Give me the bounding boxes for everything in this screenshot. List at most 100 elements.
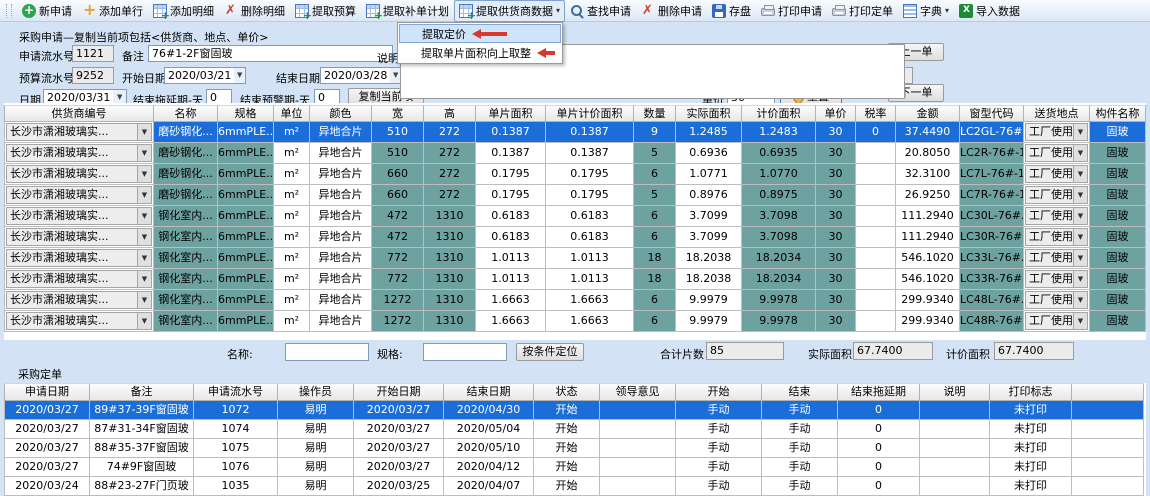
table-cell: 0.6183	[476, 206, 546, 227]
request-no-field[interactable]: 1121	[72, 45, 114, 62]
detail-row[interactable]: 长沙市潇湘玻璃实...▼钢化室内...6mmPLE...m²异地合片772131…	[4, 248, 1146, 269]
column-header: 单片计价面积	[546, 105, 634, 122]
menu-item-1[interactable]: 提取单片面积向上取整	[399, 43, 561, 62]
delivery-combobox[interactable]: 工厂使用▼	[1024, 227, 1090, 248]
toolbar-button-add-row[interactable]: 添加单行	[77, 1, 148, 21]
locate-by-condition-button[interactable]: 按条件定位	[516, 343, 584, 361]
order-row[interactable]: 2020/03/2488#23-27F门页玻1035易明2020/03/2520…	[4, 477, 1144, 496]
order-row[interactable]: 2020/03/2774#9F窗固玻1076易明2020/03/272020/0…	[4, 458, 1144, 477]
supplier-combobox[interactable]: 长沙市潇湘玻璃实...▼	[4, 311, 154, 332]
table-cell: 6mmPLE...	[218, 311, 274, 332]
budget-no-label: 预算流水号	[19, 70, 74, 86]
toolbar-button-extract-plan[interactable]: 提取补单计划	[361, 1, 454, 21]
toolbar-button-label: 提取预算	[312, 3, 356, 19]
order-row[interactable]: 2020/03/2787#31-34F窗固玻1074易明2020/03/2720…	[4, 420, 1144, 439]
detail-row[interactable]: 长沙市潇湘玻璃实...▼钢化室内...6mmPLE...m²异地合片127213…	[4, 311, 1146, 332]
column-header: 操作员	[278, 383, 354, 401]
delivery-combobox[interactable]: 工厂使用▼	[1024, 269, 1090, 290]
toolbar-button-extract-budget[interactable]: 提取预算	[290, 1, 361, 21]
toolbar-button-label: 添加单行	[99, 3, 143, 19]
table-cell: 2020/03/27	[4, 458, 90, 477]
table-cell: 易明	[278, 458, 354, 477]
name-filter-input[interactable]	[285, 343, 369, 361]
table-cell: 固玻	[1090, 206, 1146, 227]
delivery-combobox[interactable]: 工厂使用▼	[1024, 164, 1090, 185]
table-cell: 易明	[278, 439, 354, 458]
order-row[interactable]: 2020/03/2789#37-39F窗固玻1072易明2020/03/2720…	[4, 401, 1144, 420]
table-cell: 1310	[424, 311, 476, 332]
table-cell	[856, 143, 896, 164]
start-date-select[interactable]: 2020/03/21▼	[164, 67, 246, 84]
toolbar-button-print-order[interactable]: 打印定单	[827, 1, 898, 21]
table-cell: 异地合片	[310, 122, 372, 143]
table-cell: LC30R-76#...	[960, 227, 1024, 248]
table-cell: 9.9978	[742, 290, 816, 311]
extract-plan-icon	[366, 4, 380, 18]
supplier-combobox[interactable]: 长沙市潇湘玻璃实...▼	[4, 164, 154, 185]
supplier-combobox[interactable]: 长沙市潇湘玻璃实...▼	[4, 185, 154, 206]
budget-no-field[interactable]: 9252	[72, 67, 114, 84]
delivery-combobox[interactable]: 工厂使用▼	[1024, 248, 1090, 269]
remark-field[interactable]: 76#1-2F窗固玻	[148, 45, 393, 62]
table-cell: 异地合片	[310, 185, 372, 206]
column-header: 窗型代码	[960, 105, 1024, 122]
toolbar-button-delete-request[interactable]: 删除申请	[636, 1, 707, 21]
delivery-combobox[interactable]: 工厂使用▼	[1024, 206, 1090, 227]
table-cell	[856, 290, 896, 311]
column-header: 金额	[896, 105, 960, 122]
supplier-combobox[interactable]: 长沙市潇湘玻璃实...▼	[4, 248, 154, 269]
supplier-combobox[interactable]: 长沙市潇湘玻璃实...▼	[4, 227, 154, 248]
supplier-combobox[interactable]: 长沙市潇湘玻璃实...▼	[4, 206, 154, 227]
table-cell	[600, 420, 676, 439]
detail-row[interactable]: 长沙市潇湘玻璃实...▼钢化室内...6mmPLE...m²异地合片127213…	[4, 290, 1146, 311]
table-cell: LC33R-76#...	[960, 269, 1024, 290]
detail-row[interactable]: 长沙市潇湘玻璃实...▼钢化室内...6mmPLE...m²异地合片772131…	[4, 269, 1146, 290]
total-pieces-field: 85	[706, 342, 784, 360]
supplier-combobox[interactable]: 长沙市潇湘玻璃实...▼	[4, 122, 154, 143]
table-cell: 0.8976	[676, 185, 742, 206]
toolbar-button-delete-detail[interactable]: 删除明细	[219, 1, 290, 21]
toolbar-button-import[interactable]: 导入数据	[954, 1, 1025, 21]
table-cell: 磨砂钢化...	[154, 122, 218, 143]
toolbar-button-print-request[interactable]: 打印申请	[756, 1, 827, 21]
menu-item-0[interactable]: 提取定价	[399, 24, 561, 43]
toolbar-button-extract-supplier[interactable]: 提取供货商数据▾	[454, 0, 565, 22]
table-cell: 钢化室内...	[154, 290, 218, 311]
order-table-header: 申请日期备注申请流水号操作员开始日期结束日期状态领导意见开始结束结束拖延期说明打…	[4, 383, 1144, 401]
toolbar-button-label: 字典	[920, 3, 942, 19]
table-cell: 272	[424, 185, 476, 206]
table-cell: 异地合片	[310, 227, 372, 248]
delivery-combobox[interactable]: 工厂使用▼	[1024, 122, 1090, 143]
table-cell: 0.8975	[742, 185, 816, 206]
delivery-combobox[interactable]: 工厂使用▼	[1024, 290, 1090, 311]
detail-row[interactable]: 长沙市潇湘玻璃实...▼磨砂钢化...6mmPLE...m²异地合片510272…	[4, 122, 1146, 143]
detail-row[interactable]: 长沙市潇湘玻璃实...▼磨砂钢化...6mmPLE...m²异地合片660272…	[4, 185, 1146, 206]
column-header: 宽	[372, 105, 424, 122]
delivery-combobox[interactable]: 工厂使用▼	[1024, 185, 1090, 206]
spec-filter-input[interactable]	[423, 343, 507, 361]
priced-area-field: 67.7400	[994, 342, 1074, 360]
chevron-down-icon: ▼	[1073, 208, 1087, 224]
delivery-combobox[interactable]: 工厂使用▼	[1024, 311, 1090, 332]
toolbar-button-save[interactable]: 存盘	[707, 1, 756, 21]
table-cell	[920, 439, 990, 458]
table-cell: 9	[634, 122, 676, 143]
table-cell: 3.7098	[742, 206, 816, 227]
detail-row[interactable]: 长沙市潇湘玻璃实...▼磨砂钢化...6mmPLE...m²异地合片510272…	[4, 143, 1146, 164]
detail-row[interactable]: 长沙市潇湘玻璃实...▼磨砂钢化...6mmPLE...m²异地合片660272…	[4, 164, 1146, 185]
supplier-combobox[interactable]: 长沙市潇湘玻璃实...▼	[4, 290, 154, 311]
table-cell: 固玻	[1090, 269, 1146, 290]
toolbar-button-search[interactable]: 查找申请	[565, 1, 636, 21]
detail-row[interactable]: 长沙市潇湘玻璃实...▼钢化室内...6mmPLE...m²异地合片472131…	[4, 227, 1146, 248]
supplier-combobox[interactable]: 长沙市潇湘玻璃实...▼	[4, 143, 154, 164]
column-header: 状态	[534, 383, 600, 401]
order-row[interactable]: 2020/03/2788#35-37F窗固玻1075易明2020/03/2720…	[4, 439, 1144, 458]
toolbar-button-new[interactable]: 新申请	[17, 1, 77, 21]
delivery-combobox[interactable]: 工厂使用▼	[1024, 143, 1090, 164]
supplier-combobox[interactable]: 长沙市潇湘玻璃实...▼	[4, 269, 154, 290]
table-cell: 固玻	[1090, 143, 1146, 164]
detail-row[interactable]: 长沙市潇湘玻璃实...▼钢化室内...6mmPLE...m²异地合片472131…	[4, 206, 1146, 227]
toolbar-button-add-detail[interactable]: 添加明细	[148, 1, 219, 21]
end-date-select[interactable]: 2020/03/28▼	[320, 67, 402, 84]
toolbar-button-dictionary[interactable]: 字典▾	[898, 1, 954, 21]
